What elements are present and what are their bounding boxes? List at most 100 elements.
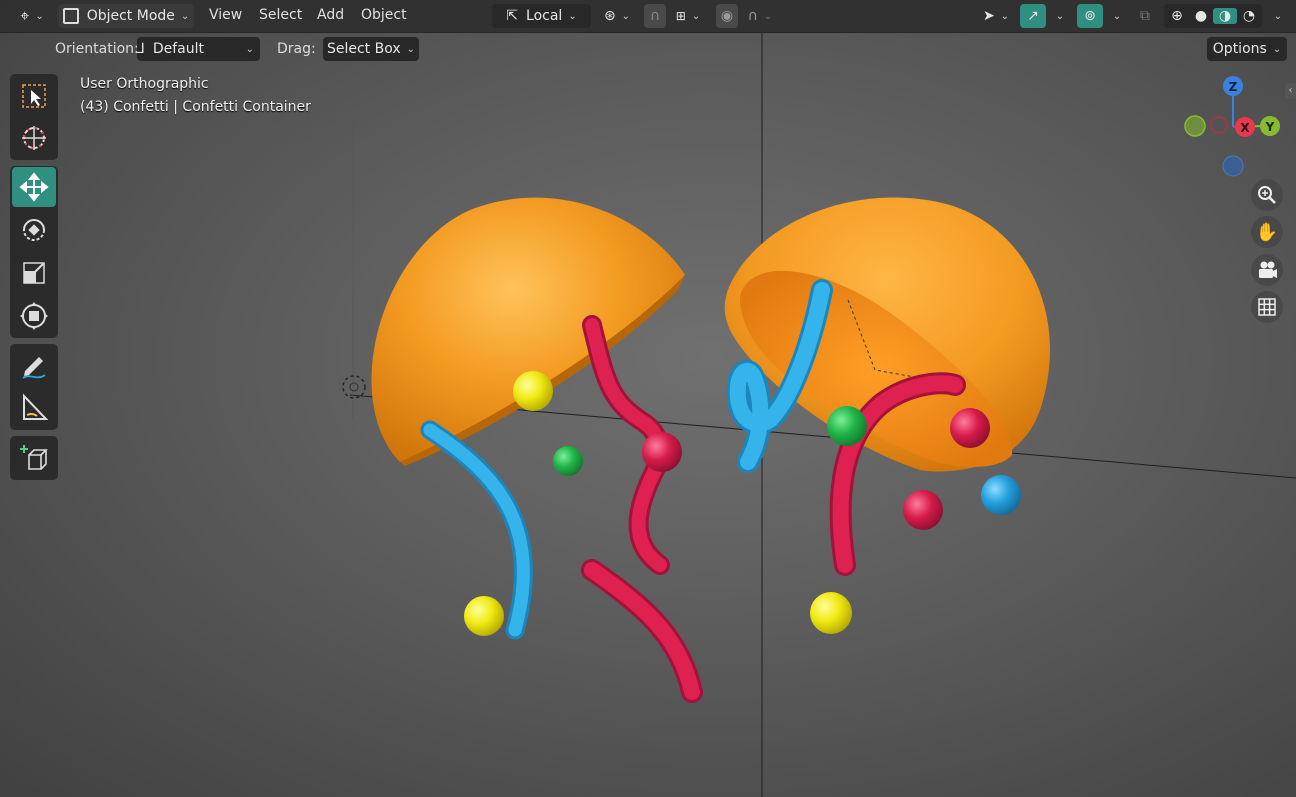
rendered-shading-icon[interactable]: ◔ — [1237, 8, 1261, 24]
gizmo-neg-y — [1184, 115, 1206, 137]
overlays-toggle[interactable]: ⊚ — [1077, 4, 1103, 28]
camera-icon — [1259, 261, 1277, 278]
chevron-down-icon: ⌄ — [1055, 10, 1065, 22]
orientation-gizmo-icon: ⅃ — [137, 41, 145, 57]
red-ball — [642, 432, 682, 472]
menu-object[interactable]: Object — [361, 7, 407, 23]
scale-tool[interactable] — [12, 253, 56, 293]
ruler-icon — [23, 393, 49, 420]
orientation-label: Orientation: — [55, 41, 139, 57]
camera-view-button[interactable] — [1251, 254, 1283, 286]
shading-dropdown[interactable]: ⌄ — [1264, 4, 1286, 28]
zoom-button[interactable] — [1251, 179, 1283, 211]
orientation-value: Default — [152, 41, 204, 57]
add-cube-tool[interactable] — [12, 438, 56, 478]
selectability-icon: ➤ — [982, 8, 995, 24]
pivot-point-button[interactable]: ⊛ ⌄ — [598, 4, 636, 28]
toolbar-group-transform — [10, 166, 58, 338]
rotate-tool[interactable] — [12, 210, 56, 250]
hand-icon: ✋ — [1255, 221, 1279, 243]
active-object-info: (43) Confetti | Confetti Container — [80, 99, 311, 115]
options-dropdown[interactable]: Options ⌄ — [1207, 37, 1287, 61]
local-orientation-icon: ⇱ — [506, 8, 519, 24]
drag-value: Select Box — [326, 41, 401, 57]
toolbar-group-select — [10, 74, 58, 160]
gizmo-z-label: Z — [1229, 80, 1238, 94]
cursor-icon — [22, 126, 46, 150]
toolbar-group-annotate — [10, 344, 58, 430]
falloff-dropdown[interactable]: ∩ ⌄ — [741, 4, 779, 28]
view-name: User Orthographic — [80, 76, 209, 92]
add-cube-icon — [20, 445, 48, 470]
material-preview-icon[interactable]: ◑ — [1213, 8, 1237, 24]
red-ball — [903, 490, 943, 530]
editor-type-icon: ⌖ — [20, 6, 30, 25]
yellow-ball — [513, 371, 553, 411]
grid-icon — [1258, 298, 1276, 316]
overlays-dropdown[interactable]: ⌄ — [1104, 4, 1124, 28]
options-label: Options — [1212, 41, 1267, 57]
wireframe-shading-icon[interactable]: ⊕ — [1165, 8, 1189, 24]
annotate-tool[interactable] — [12, 346, 56, 386]
select-box-icon — [22, 84, 46, 108]
snap-toggle[interactable]: ∩ — [644, 4, 666, 28]
editor-type-button[interactable]: ⌖ ⌄ — [12, 4, 52, 28]
yellow-ball — [464, 596, 504, 636]
gizmo-neg-z — [1222, 155, 1244, 177]
transform-orientation-dropdown[interactable]: ⇱ Local ⌄ — [492, 4, 591, 28]
rotate-icon — [23, 219, 45, 241]
green-ball — [553, 446, 583, 476]
blue-ball — [981, 475, 1021, 515]
gizmo-y-label: Y — [1265, 120, 1275, 134]
magnet-icon: ∩ — [649, 8, 661, 24]
chevron-down-icon: ⌄ — [1112, 10, 1122, 22]
measure-tool[interactable] — [12, 388, 56, 428]
visibility-dropdown[interactable]: ➤ ⌄ — [975, 4, 1017, 28]
gizmo-dropdown[interactable]: ⌄ — [1047, 4, 1067, 28]
select-box-tool[interactable] — [12, 76, 56, 116]
3d-cursor-icon — [342, 375, 366, 399]
shading-modes: ⊕ ● ◑ ◔ — [1164, 4, 1262, 28]
red-ball — [950, 408, 990, 448]
menu-view[interactable]: View — [209, 7, 242, 23]
transform-orientation-label: Local — [526, 8, 563, 24]
blender-window: Z X Y User Orthographic (43) Confetti | … — [0, 0, 1296, 797]
pan-button[interactable]: ✋ — [1251, 216, 1283, 248]
snap-target-dropdown[interactable]: ⊞ ⌄ — [668, 4, 708, 28]
chevron-down-icon: ⌄ — [1273, 10, 1283, 22]
transform-tool[interactable] — [12, 296, 56, 336]
proportional-edit-icon: ◉ — [720, 8, 734, 24]
ortho-toggle-button[interactable] — [1251, 291, 1283, 323]
green-ball — [827, 406, 867, 446]
snap-increment-icon: ⊞ — [675, 9, 686, 23]
cursor-tool[interactable] — [12, 118, 56, 158]
tool-settings-bar: Orientation: ⅃ Default ⌄ Drag: Select Box… — [0, 33, 1296, 65]
mode-dropdown[interactable]: Object Mode ⌄ — [58, 4, 194, 28]
falloff-curve-icon: ∩ — [747, 8, 758, 24]
sidebar-toggle-arrow[interactable]: ‹ — [1285, 83, 1296, 99]
yellow-ball — [810, 592, 852, 634]
gizmo-neg-x — [1210, 116, 1228, 134]
gizmo-toggle[interactable]: ↗ — [1020, 4, 1046, 28]
menu-select[interactable]: Select — [259, 7, 302, 23]
mode-label: Object Mode — [86, 8, 175, 24]
xray-toggle[interactable]: ⧉ — [1133, 4, 1157, 28]
viewport-header: ⌖ ⌄ Object Mode ⌄ View Select Add Object ⇱… — [0, 0, 1296, 33]
3d-viewport[interactable]: Z X Y — [0, 0, 1296, 797]
menu-add[interactable]: Add — [317, 7, 344, 23]
xray-icon: ⧉ — [1140, 8, 1150, 24]
transform-icon — [20, 302, 48, 330]
navigation-gizmo: Z X Y — [1184, 76, 1280, 177]
proportional-edit-toggle[interactable]: ◉ — [716, 4, 738, 28]
zoom-icon — [1258, 186, 1276, 204]
scale-icon — [23, 262, 45, 284]
object-mode-icon — [62, 8, 79, 24]
gizmo-icon: ↗ — [1027, 8, 1039, 24]
move-tool[interactable] — [12, 167, 56, 207]
overlays-icon: ⊚ — [1084, 8, 1096, 24]
pencil-icon — [22, 357, 46, 379]
scene-canvas[interactable]: Z X Y — [0, 0, 1296, 797]
drag-dropdown[interactable]: Select Box ⌄ — [323, 37, 419, 61]
orientation-dropdown[interactable]: ⅃ Default ⌄ — [137, 37, 260, 61]
solid-shading-icon[interactable]: ● — [1189, 8, 1213, 24]
